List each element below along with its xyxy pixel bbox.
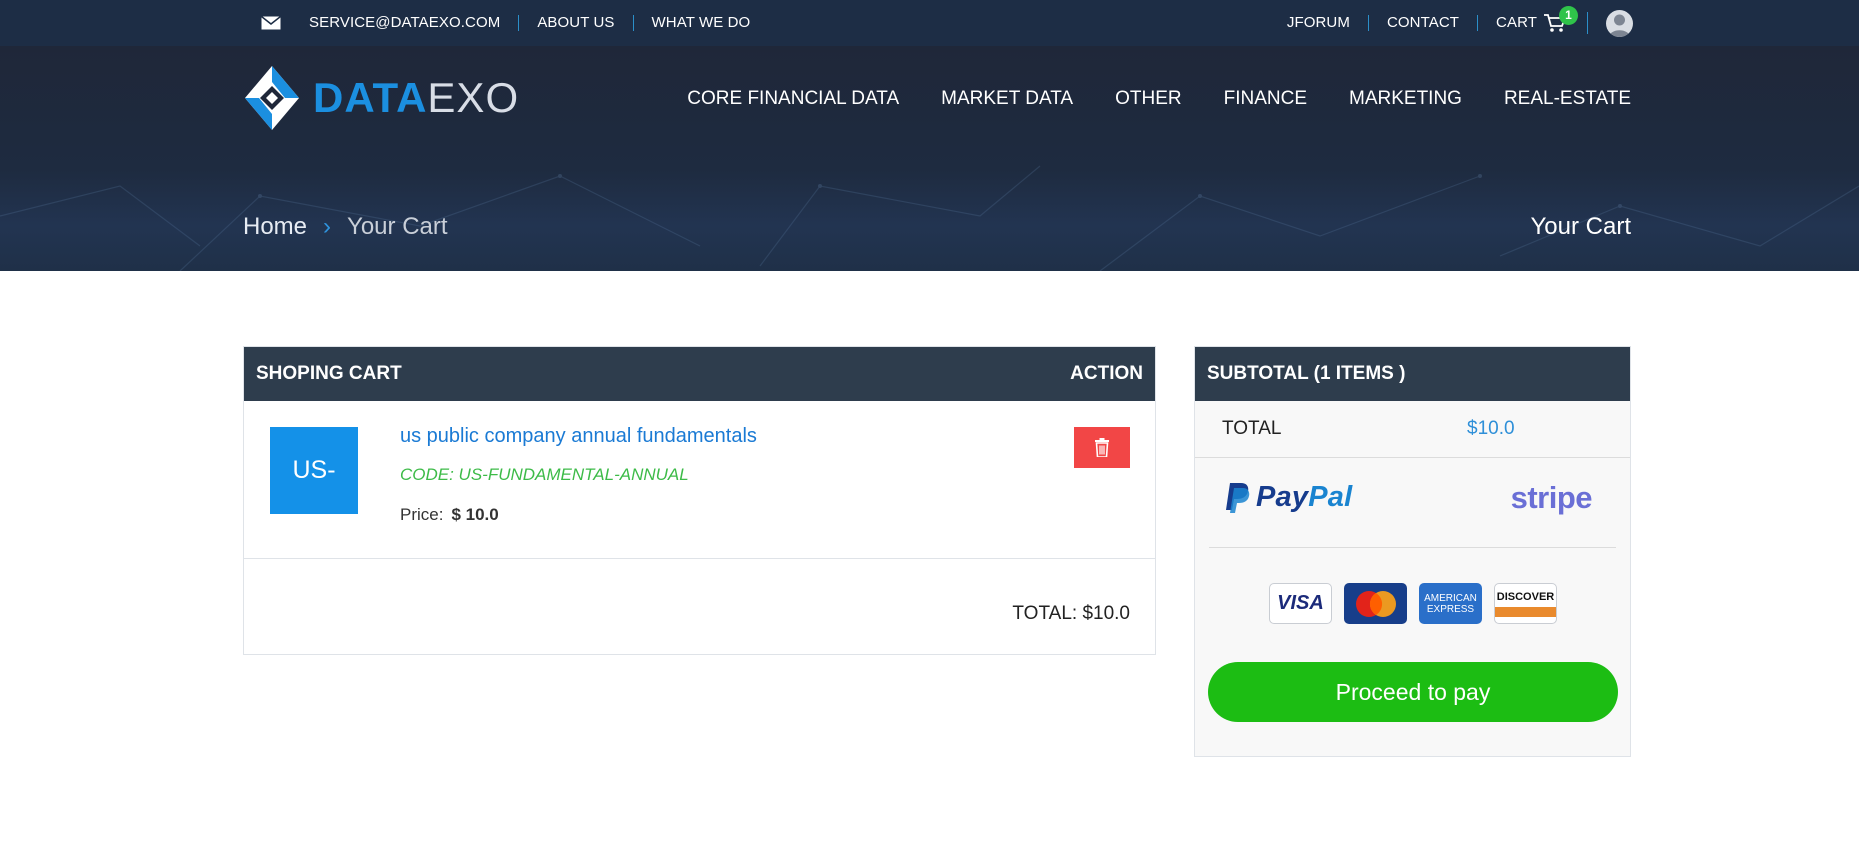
product-title-link[interactable]: us public company annual fundamentals — [400, 425, 757, 448]
price-value: $ 10.0 — [451, 505, 499, 524]
cart-table-header: SHOPING CART ACTION — [244, 347, 1155, 401]
logo-text: DATAEXO — [313, 77, 519, 119]
discover-card-icon: DISCOVER — [1494, 583, 1557, 624]
paypal-option[interactable]: PayPal — [1225, 481, 1352, 514]
about-us-link[interactable]: ABOUT US — [519, 15, 634, 31]
accepted-cards: VISA AMERICAN EXPRESS DISCOVER — [1269, 583, 1569, 624]
cart-label: CART — [1496, 14, 1537, 31]
nav-marketing[interactable]: MARKETING — [1349, 88, 1462, 110]
discover-stripe — [1495, 606, 1556, 617]
top-bar-right: JFORUM CONTACT CART 1 — [1269, 0, 1633, 46]
delete-item-button[interactable] — [1074, 427, 1130, 468]
logo-icon — [245, 66, 299, 130]
breadcrumb-home[interactable]: Home — [243, 213, 307, 241]
paypal-logo-text: PayPal — [1256, 481, 1352, 514]
proceed-to-pay-button[interactable]: Proceed to pay — [1208, 662, 1618, 722]
logo-text-exo: EXO — [427, 74, 520, 121]
avatar-icon[interactable] — [1606, 9, 1633, 37]
shopping-cart-panel: SHOPING CART ACTION US- us public compan… — [243, 346, 1156, 655]
mail-icon — [261, 16, 281, 30]
visa-card-icon: VISA — [1269, 583, 1332, 624]
cart-header-action: ACTION — [1070, 363, 1143, 384]
nav-market-data[interactable]: MARKET DATA — [941, 88, 1073, 110]
discover-text: DISCOVER — [1496, 590, 1555, 603]
chevron-right-icon: › — [323, 213, 332, 240]
site-logo[interactable]: DATAEXO — [243, 64, 519, 132]
nav-core-financial-data[interactable]: CORE FINANCIAL DATA — [687, 88, 899, 110]
product-price: Price: $ 10.0 — [400, 505, 499, 525]
product-thumbnail[interactable]: US- — [270, 427, 358, 514]
cart-item-row: US- us public company annual fundamental… — [244, 401, 1155, 559]
amex-line-2: EXPRESS — [1426, 603, 1475, 615]
paypal-icon — [1226, 482, 1250, 513]
mastercard-icon — [1344, 583, 1407, 624]
page-title: Your Cart — [1530, 213, 1632, 240]
payment-providers: PayPal stripe — [1209, 458, 1616, 548]
nav-finance[interactable]: FINANCE — [1224, 88, 1307, 110]
what-we-do-link[interactable]: WHAT WE DO — [634, 15, 769, 31]
cart-icon: 1 — [1543, 6, 1578, 34]
subtotal-header: SUBTOTAL (1 ITEMS ) — [1195, 347, 1630, 401]
paypal-logo-pay: Pay — [1256, 481, 1309, 513]
subtotal-total-row: TOTAL $10.0 — [1195, 401, 1630, 458]
product-code: CODE: US-FUNDAMENTAL-ANNUAL — [400, 465, 689, 484]
breadcrumb: Home › Your Cart — [243, 213, 448, 241]
jforum-link[interactable]: JFORUM — [1269, 15, 1369, 31]
nav-real-estate[interactable]: REAL-ESTATE — [1504, 88, 1631, 110]
site-header: DATAEXO CORE FINANCIAL DATA MARKET DATA … — [0, 46, 1859, 271]
contact-link[interactable]: CONTACT — [1369, 15, 1479, 31]
top-bar-left: SERVICE@DATAEXO.COM ABOUT US WHAT WE DO — [261, 0, 768, 46]
amex-line-1: AMERICAN — [1424, 592, 1477, 604]
amex-card-icon: AMERICAN EXPRESS — [1419, 583, 1482, 624]
cart-header-title: SHOPING CART — [256, 363, 402, 384]
top-bar: SERVICE@DATAEXO.COM ABOUT US WHAT WE DO … — [0, 0, 1859, 46]
subtotal-panel: SUBTOTAL (1 ITEMS ) TOTAL $10.0 PayPal s… — [1194, 346, 1631, 757]
email-link[interactable]: SERVICE@DATAEXO.COM — [291, 15, 520, 31]
logo-text-data: DATA — [313, 74, 428, 121]
cart-total: TOTAL: $10.0 — [1012, 603, 1130, 624]
nav-other[interactable]: OTHER — [1115, 88, 1182, 110]
subtotal-total-label: TOTAL — [1222, 418, 1282, 439]
subtotal-total-value: $10.0 — [1467, 418, 1515, 439]
cart-count-badge: 1 — [1559, 6, 1578, 25]
paypal-logo-pal: Pal — [1308, 481, 1353, 513]
amex-text: AMERICAN EXPRESS — [1424, 593, 1477, 615]
stripe-option[interactable]: stripe — [1511, 480, 1593, 516]
price-label: Price: — [400, 505, 444, 524]
main-nav: CORE FINANCIAL DATA MARKET DATA OTHER FI… — [645, 88, 1631, 110]
breadcrumb-current: Your Cart — [347, 213, 448, 240]
cart-link[interactable]: CART 1 — [1478, 6, 1588, 34]
trash-icon — [1095, 438, 1109, 457]
subtotal-title: SUBTOTAL (1 ITEMS ) — [1207, 363, 1406, 384]
